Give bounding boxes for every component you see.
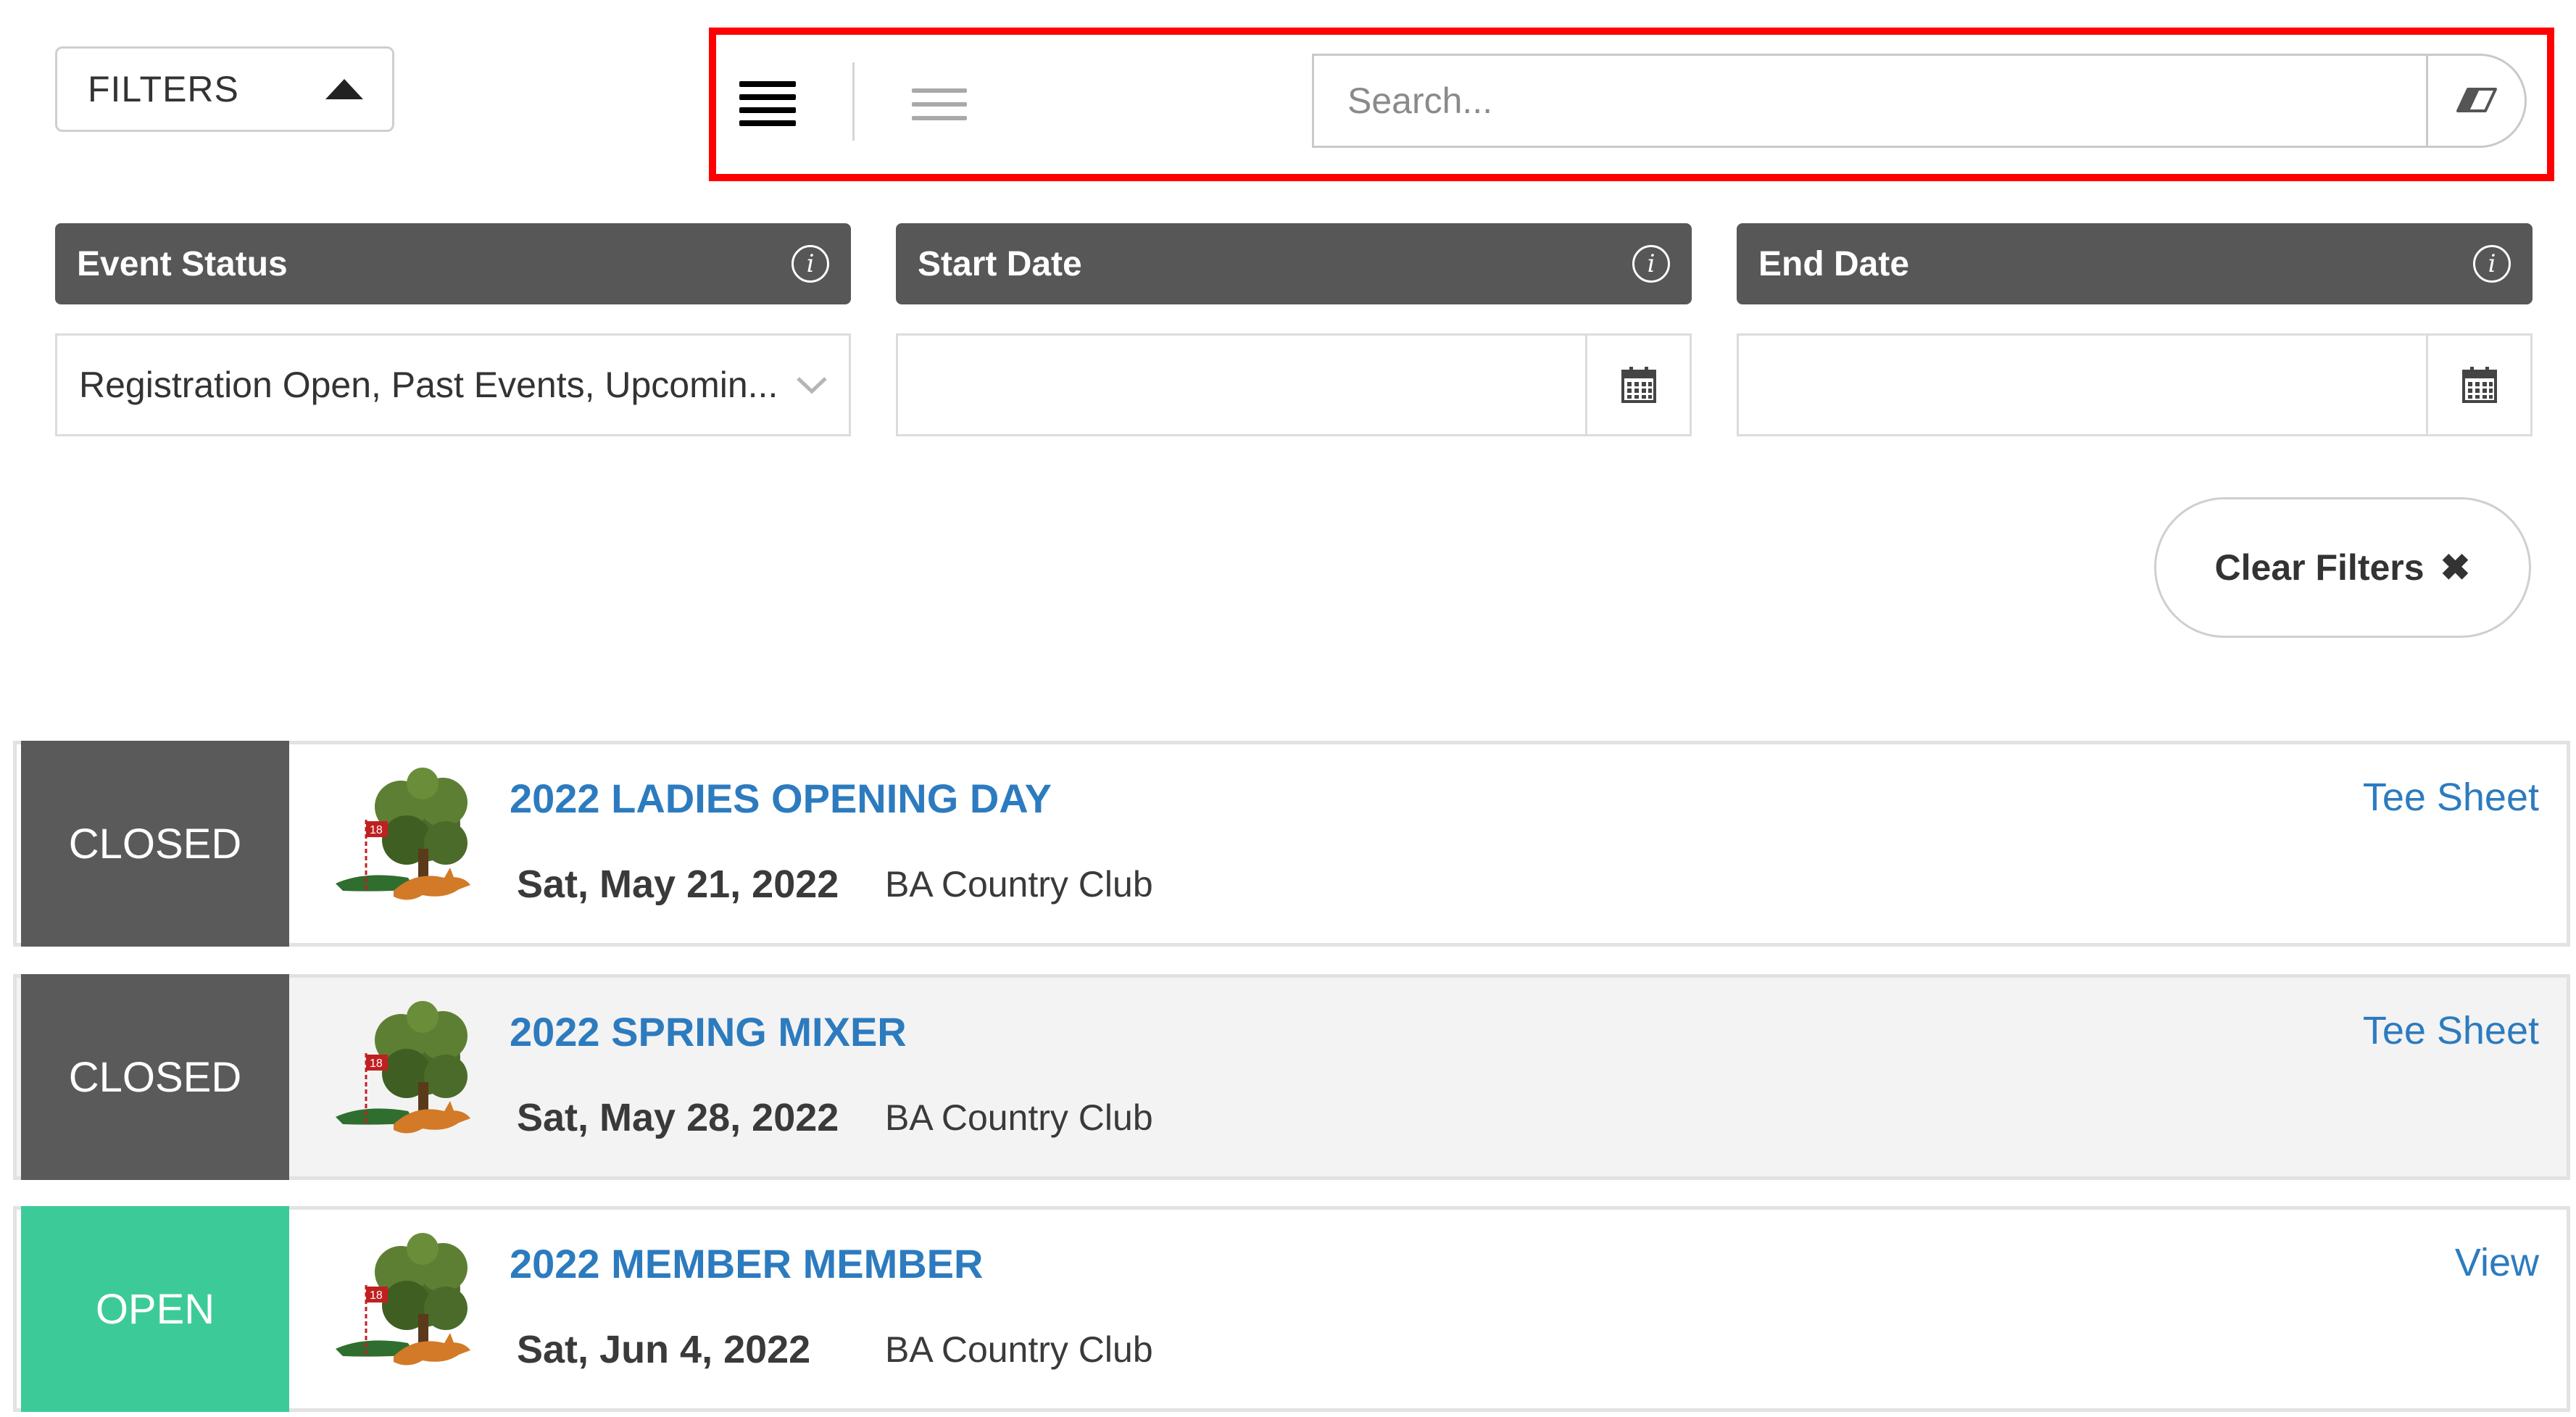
- tee-sheet-link[interactable]: Tee Sheet: [2363, 1008, 2539, 1053]
- end-date-header-label: End Date: [1758, 244, 1910, 283]
- event-date: Sat, May 28, 2022: [517, 1096, 839, 1139]
- start-date-field: [896, 333, 1692, 436]
- event-status-select[interactable]: Registration Open, Past Events, Upcomin.…: [55, 333, 851, 436]
- calendar-icon: [2461, 367, 2497, 403]
- tee-sheet-link[interactable]: Tee Sheet: [2363, 775, 2539, 820]
- start-date-header: Start Date i: [896, 223, 1692, 304]
- event-venue: BA Country Club: [885, 864, 1153, 905]
- calendar-icon: [1621, 367, 1656, 403]
- club-logo-icon: 18: [336, 1233, 470, 1366]
- list-dense-icon[interactable]: [739, 81, 796, 126]
- info-icon[interactable]: i: [2473, 245, 2511, 283]
- event-date: Sat, May 21, 2022: [517, 863, 839, 906]
- event-row[interactable]: CLOSED 18 2022 SPRING MIXER Sat, May 28,…: [13, 974, 2570, 1180]
- start-date-input[interactable]: [898, 336, 1585, 434]
- end-date-input[interactable]: [1739, 336, 2426, 434]
- club-logo-icon: 18: [336, 768, 470, 900]
- info-icon[interactable]: i: [792, 245, 829, 283]
- close-icon: ✖: [2440, 547, 2471, 588]
- list-relaxed-icon[interactable]: [912, 88, 967, 120]
- event-title-link[interactable]: 2022 MEMBER MEMBER: [510, 1240, 983, 1287]
- filters-toggle-button[interactable]: FILTERS: [55, 46, 394, 132]
- event-status-header-label: Event Status: [77, 244, 288, 283]
- status-badge: CLOSED: [21, 741, 289, 947]
- event-status-header: Event Status i: [55, 223, 851, 304]
- end-date-calendar-button[interactable]: [2426, 336, 2530, 434]
- chevron-down-icon: [797, 377, 827, 394]
- end-date-header: End Date i: [1737, 223, 2533, 304]
- view-divider: [852, 62, 855, 141]
- svg-text:18: 18: [370, 1289, 383, 1302]
- caret-up-icon: [325, 79, 363, 99]
- clear-filters-label: Clear Filters: [2214, 547, 2425, 588]
- start-date-header-label: Start Date: [918, 244, 1082, 283]
- filters-toggle-label: FILTERS: [88, 69, 239, 109]
- event-date: Sat, Jun 4, 2022: [517, 1328, 811, 1371]
- status-badge: CLOSED: [21, 974, 289, 1180]
- event-title-link[interactable]: 2022 SPRING MIXER: [510, 1008, 907, 1055]
- search-box: [1312, 54, 2527, 148]
- event-title-link[interactable]: 2022 LADIES OPENING DAY: [510, 775, 1052, 822]
- event-status-value: Registration Open, Past Events, Upcomin.…: [79, 365, 778, 405]
- clear-filters-button[interactable]: Clear Filters ✖: [2154, 497, 2531, 638]
- event-venue: BA Country Club: [885, 1329, 1153, 1370]
- end-date-field: [1737, 333, 2533, 436]
- eraser-icon: [2456, 88, 2497, 112]
- view-link[interactable]: View: [2455, 1240, 2539, 1285]
- search-clear-button[interactable]: [2426, 56, 2525, 146]
- svg-text:18: 18: [370, 824, 383, 836]
- status-badge: OPEN: [21, 1206, 289, 1412]
- club-logo-icon: 18: [336, 1001, 470, 1134]
- event-row[interactable]: OPEN 18 2022 MEMBER MEMBER Sat, Jun 4, 2…: [13, 1206, 2570, 1412]
- search-input[interactable]: [1314, 56, 2426, 146]
- event-venue: BA Country Club: [885, 1097, 1153, 1138]
- info-icon[interactable]: i: [1632, 245, 1670, 283]
- svg-text:18: 18: [370, 1057, 383, 1070]
- event-row[interactable]: CLOSED 18 2022 LADIES OPENING DAY Sat, M…: [13, 741, 2570, 947]
- start-date-calendar-button[interactable]: [1585, 336, 1690, 434]
